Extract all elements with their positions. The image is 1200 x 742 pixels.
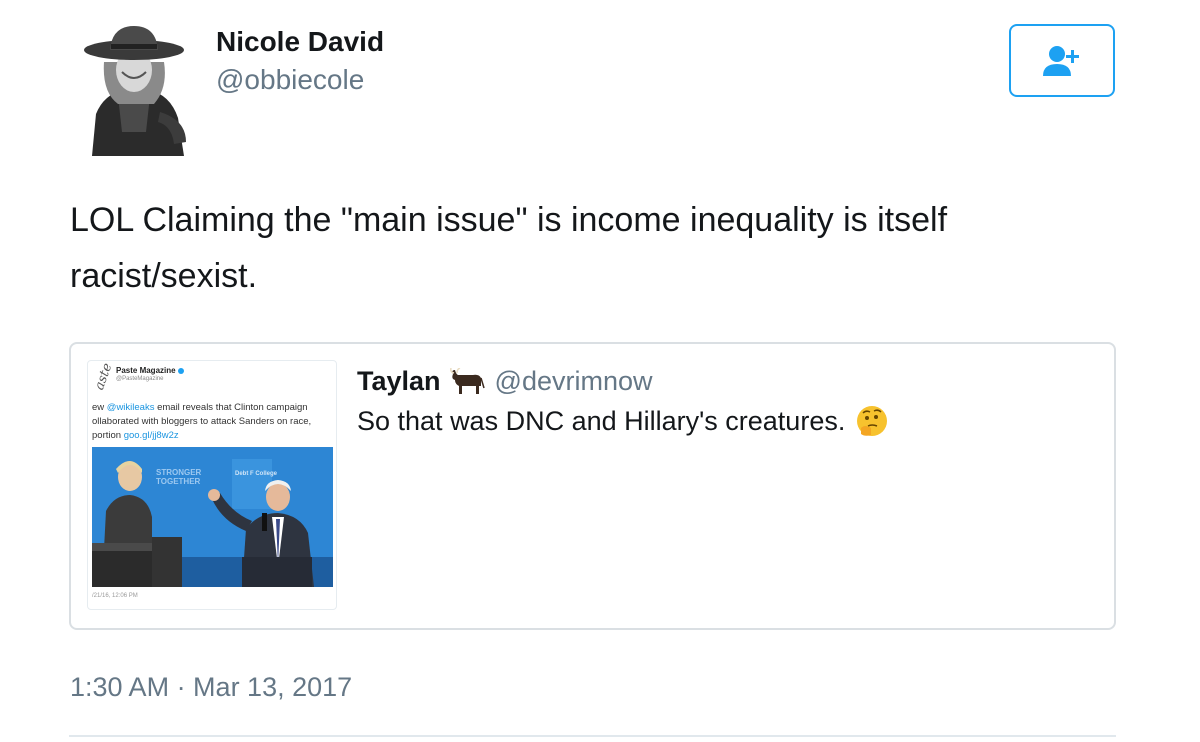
quoted-author-handle[interactable]: @devrimnow	[495, 366, 653, 397]
quoted-tweet-media[interactable]: aste Paste Magazine @PasteMagazine ew @w…	[87, 360, 337, 610]
tweet-timestamp[interactable]: 1:30 AM · Mar 13, 2017	[70, 672, 352, 703]
media-account-handle: @PasteMagazine	[116, 376, 164, 382]
media-text-prefix: ew	[92, 402, 107, 413]
quoted-tweet-card[interactable]: aste Paste Magazine @PasteMagazine ew @w…	[69, 342, 1116, 630]
media-photo-image: STRONGER TOGETHER Debt F College	[92, 447, 333, 587]
thinking-face-icon	[855, 404, 889, 438]
media-account-name: Paste Magazine	[116, 366, 184, 375]
avatar-photo	[74, 22, 194, 156]
media-banner-text-2: TOGETHER	[156, 477, 201, 486]
follow-user-icon	[1043, 45, 1079, 76]
quoted-author-name[interactable]: Taylan	[357, 366, 441, 397]
verified-badge-icon	[177, 367, 184, 374]
media-banner-text-1: STRONGER	[156, 468, 202, 477]
media-text-line2: ollaborated with bloggers to attack Sand…	[92, 416, 312, 427]
media-text-line1: email reveals that Clinton campaign	[154, 402, 308, 413]
author-handle[interactable]: @obbiecole	[216, 64, 364, 96]
ox-icon	[449, 367, 485, 396]
media-photo: STRONGER TOGETHER Debt F College	[92, 447, 333, 587]
media-account-name-label: Paste Magazine	[116, 366, 176, 375]
quoted-tweet-header: Taylan @devrimnow	[357, 366, 652, 397]
media-timestamp: /21/16, 12:06 PM	[92, 593, 138, 599]
tweet-detail-view: Nicole David @obbiecole LOL Claiming the…	[0, 0, 1200, 742]
media-mention: @wikileaks	[106, 402, 155, 413]
media-link: goo.gl/jj8w2z	[123, 430, 179, 441]
follow-button[interactable]	[1009, 24, 1115, 97]
media-text-line3: portion	[92, 430, 124, 441]
media-logo-text: aste	[92, 361, 116, 393]
media-sign-text: Debt F College	[235, 471, 278, 477]
author-avatar[interactable]	[74, 22, 194, 156]
quoted-tweet-text-row: So that was DNC and Hillary's creatures.	[357, 404, 889, 438]
tweet-text: LOL Claiming the "main issue" is income …	[70, 201, 948, 295]
divider	[69, 735, 1116, 737]
quoted-tweet-text: So that was DNC and Hillary's creatures.	[357, 405, 846, 436]
media-tweet-text: ew @wikileaks email reveals that Clinton…	[92, 401, 332, 443]
author-name[interactable]: Nicole David	[216, 26, 384, 58]
